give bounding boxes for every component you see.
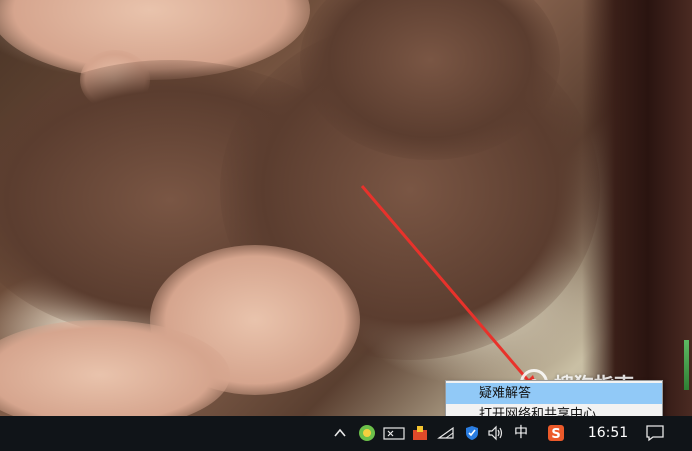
sogou-input-icon[interactable]: S bbox=[547, 424, 565, 442]
volume-icon[interactable] bbox=[487, 424, 505, 442]
antivirus-icon[interactable] bbox=[411, 424, 429, 442]
wifi-icon[interactable] bbox=[437, 424, 455, 442]
taskbar: 中 S 16:51 bbox=[0, 416, 692, 451]
green-status-icon[interactable] bbox=[358, 424, 376, 442]
chevron-up-icon[interactable] bbox=[331, 424, 349, 442]
notification-icon[interactable] bbox=[645, 424, 665, 442]
volume-level-bar bbox=[684, 340, 689, 390]
ime-icon[interactable]: 中 bbox=[514, 416, 528, 451]
taskbar-clock[interactable]: 16:51 bbox=[582, 416, 634, 451]
shield-icon[interactable] bbox=[463, 424, 481, 442]
menu-item-troubleshoot[interactable]: 疑难解答 bbox=[446, 383, 662, 404]
card-reader-icon[interactable] bbox=[383, 424, 405, 442]
svg-text:S: S bbox=[551, 427, 560, 442]
